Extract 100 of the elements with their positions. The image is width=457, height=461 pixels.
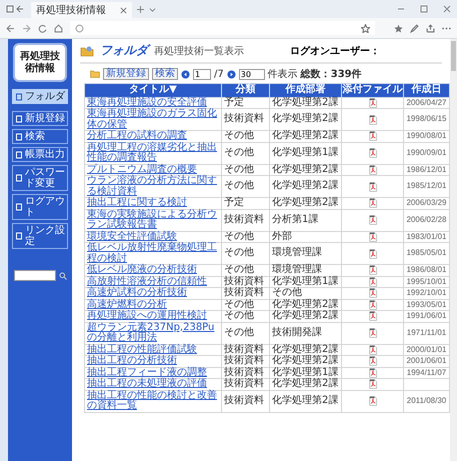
refresh-icon[interactable] — [38, 24, 47, 32]
page-icon — [15, 174, 23, 182]
pdf-file-icon[interactable] — [368, 368, 376, 378]
date-cell: 1992/10/01 — [406, 288, 447, 298]
next-page-icon[interactable] — [226, 70, 236, 78]
pdf-file-icon[interactable] — [368, 328, 376, 338]
pdf-file-icon[interactable] — [368, 114, 376, 124]
department-cell: 化学処理第2課 — [272, 355, 338, 366]
department-cell: 化学処理第2課 — [272, 113, 338, 124]
total-count: 総数：339件 — [300, 68, 362, 81]
page-field[interactable]: 1 — [193, 68, 211, 80]
pdf-file-icon[interactable] — [368, 344, 376, 355]
date-cell: 1991/06/01 — [406, 311, 447, 320]
home-icon[interactable] — [54, 24, 63, 32]
sidebar-item[interactable]: パスワード変更 — [12, 165, 68, 191]
pdf-file-icon[interactable] — [368, 311, 376, 322]
date-cell: 1990/09/01 — [406, 148, 447, 157]
column-header: 分類 — [222, 84, 270, 97]
close-icon[interactable] — [443, 5, 451, 13]
info-icon — [75, 24, 84, 32]
pdf-file-icon[interactable] — [368, 182, 376, 192]
pdf-file-icon[interactable] — [368, 276, 376, 287]
page-icon — [15, 114, 23, 122]
back-icon[interactable] — [6, 24, 15, 32]
toolbar-button[interactable]: 新規登録 — [103, 68, 149, 80]
department-cell: 化学処理第2課 — [272, 310, 338, 321]
date-cell: 2006/02/28 — [406, 214, 447, 224]
date-cell: 1990/08/01 — [406, 131, 447, 140]
category-cell: その他 — [224, 326, 254, 338]
page-icon — [15, 203, 23, 211]
category-cell: その他 — [224, 264, 254, 275]
tab-actions-icon[interactable] — [6, 5, 26, 13]
sidebar-item[interactable]: フォルダ — [12, 89, 68, 104]
pdf-file-icon[interactable] — [368, 131, 376, 142]
search-field[interactable] — [14, 270, 56, 281]
department-cell: その他 — [272, 287, 302, 298]
department-cell: 化学処理第1課 — [272, 366, 338, 378]
category-cell: 技術資料 — [224, 276, 264, 286]
pdf-file-icon[interactable] — [368, 198, 376, 208]
chevron-icon[interactable] — [149, 6, 156, 12]
category-cell: 技術資料 — [224, 113, 264, 124]
previous-page-icon[interactable] — [181, 70, 190, 78]
page-icon — [15, 92, 23, 100]
date-cell: 2001/06/01 — [406, 356, 447, 366]
category-cell: 技術資料 — [224, 366, 264, 378]
pdf-file-icon[interactable] — [368, 300, 376, 310]
address-field[interactable] — [70, 21, 375, 35]
category-cell: その他 — [224, 298, 254, 310]
page-icon — [15, 150, 23, 158]
pdf-file-icon[interactable] — [368, 248, 376, 258]
date-cell: 1986/08/01 — [406, 265, 447, 274]
date-cell: 2006/04/27 — [406, 98, 447, 107]
date-cell: 2006/03/29 — [406, 198, 447, 208]
per-page-field[interactable]: 30 — [238, 68, 265, 80]
new-tab-icon[interactable] — [137, 6, 144, 12]
category-cell: その他 — [224, 180, 254, 192]
pdf-file-icon[interactable] — [368, 148, 376, 158]
pdf-file-icon[interactable] — [368, 288, 376, 298]
toolbar-button[interactable]: 検索 — [152, 68, 178, 80]
sidebar-item[interactable]: 新規登録 — [12, 111, 68, 126]
date-cell: 1986/12/01 — [406, 164, 447, 174]
browser-tab[interactable]: 再処理技術情報 — [31, 2, 132, 18]
category-cell: その他 — [224, 146, 254, 158]
folder-icon — [90, 70, 100, 78]
sidebar-item[interactable]: 帳票出力 — [12, 147, 68, 162]
date-cell: 1993/05/01 — [406, 300, 447, 309]
department-cell: 化学処理第2課 — [272, 394, 338, 406]
pdf-file-icon[interactable] — [368, 265, 376, 276]
department-cell: 化学処理第2課 — [272, 298, 338, 310]
category-cell: その他 — [224, 247, 254, 258]
sidebar-item[interactable]: リンク設定 — [12, 223, 68, 249]
department-cell: 環境管理課 — [272, 264, 322, 275]
search-icon[interactable] — [58, 272, 66, 280]
pdf-file-icon[interactable] — [368, 396, 376, 406]
close-icon[interactable] — [120, 6, 127, 14]
department-cell: 環境管理課 — [272, 247, 322, 258]
pdf-file-icon[interactable] — [368, 232, 376, 242]
pen-icon[interactable] — [410, 24, 419, 32]
folder-icon — [80, 44, 94, 56]
page-icon — [15, 132, 23, 140]
scrollbar[interactable] — [450, 39, 457, 461]
date-cell: 1995/10/01 — [406, 276, 447, 286]
date-cell: 1971/11/01 — [406, 328, 446, 337]
star-icon[interactable] — [361, 24, 370, 32]
favorites-icon[interactable] — [394, 24, 403, 32]
app-logo: 再処理技術情報 — [13, 43, 67, 82]
per-page-label: 件表示 — [268, 68, 298, 81]
pdf-file-icon[interactable] — [368, 98, 376, 108]
pdf-file-icon[interactable] — [368, 215, 376, 225]
pdf-file-icon[interactable] — [368, 164, 376, 175]
pdf-file-icon[interactable] — [368, 379, 376, 390]
logon-user-label: ログオンユーザー： — [290, 44, 380, 58]
maximize-icon[interactable] — [420, 5, 428, 13]
sidebar-item[interactable]: 検索 — [12, 129, 68, 144]
column-header[interactable]: タイトル▼ — [84, 84, 222, 97]
department-cell: 技術開発課 — [272, 326, 322, 338]
date-cell: 1994/11/07 — [406, 368, 446, 377]
pdf-file-icon[interactable] — [368, 356, 376, 366]
share-icon[interactable] — [426, 24, 435, 32]
sidebar-item[interactable]: ログアウト — [12, 194, 68, 220]
